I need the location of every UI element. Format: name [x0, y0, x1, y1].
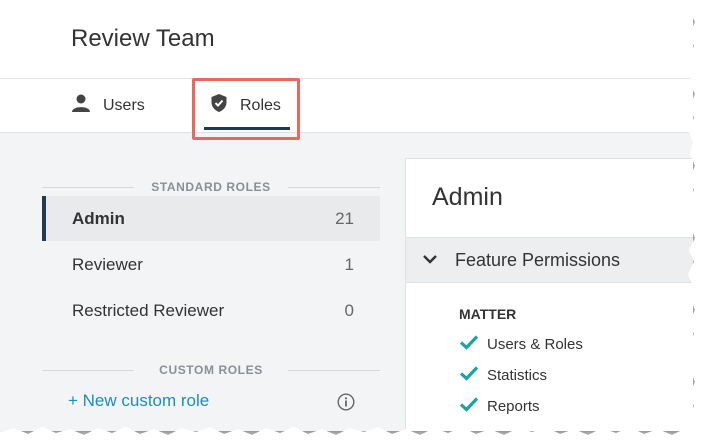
- custom-roles-label: CUSTOM ROLES: [42, 363, 380, 377]
- permission-item: Users & Roles: [459, 334, 583, 354]
- role-item-restricted-reviewer[interactable]: Restricted Reviewer 0: [42, 288, 380, 333]
- check-icon: [459, 365, 479, 385]
- role-name: Admin: [72, 208, 125, 228]
- tab-users-label: Users: [103, 96, 145, 114]
- callout-highlight-box: [192, 78, 300, 140]
- role-item-reviewer[interactable]: Reviewer 1: [42, 242, 380, 287]
- feature-permissions-label: Feature Permissions: [455, 250, 621, 270]
- standard-roles-label: STANDARD ROLES: [42, 180, 380, 194]
- permission-label: Statistics: [487, 366, 548, 384]
- info-icon[interactable]: [337, 393, 355, 416]
- page-title: Review Team: [71, 25, 215, 52]
- role-count: 1: [344, 254, 354, 274]
- role-name: Restricted Reviewer: [72, 300, 225, 320]
- permission-label: Reports: [487, 397, 540, 415]
- check-icon: [459, 334, 479, 354]
- check-icon: [459, 396, 479, 416]
- role-detail-title: Admin: [432, 183, 503, 211]
- torn-edge-right: [688, 0, 710, 447]
- app-window: Review Team Users Roles STANDARD ROLES A…: [0, 0, 693, 431]
- tab-bar: Users Roles: [0, 79, 693, 133]
- page-header: Review Team: [0, 0, 693, 79]
- permission-item: Statistics: [459, 365, 547, 385]
- new-custom-role-link[interactable]: + New custom role: [68, 391, 209, 411]
- tab-users[interactable]: Users: [71, 79, 145, 132]
- role-detail-panel: Admin Feature Permissions MATTER Users &…: [405, 158, 693, 431]
- role-name: Reviewer: [72, 254, 143, 274]
- permission-label: Users & Roles: [487, 335, 583, 353]
- role-count: 21: [335, 208, 354, 228]
- role-item-admin[interactable]: Admin 21: [42, 196, 380, 241]
- chevron-down-icon: [422, 252, 438, 270]
- permission-group-label: MATTER: [459, 306, 517, 322]
- role-count: 0: [344, 300, 354, 320]
- permission-item: Reports: [459, 396, 540, 416]
- torn-edge-bottom: [0, 427, 710, 447]
- user-icon: [71, 94, 91, 117]
- feature-permissions-toggle[interactable]: Feature Permissions: [406, 237, 693, 283]
